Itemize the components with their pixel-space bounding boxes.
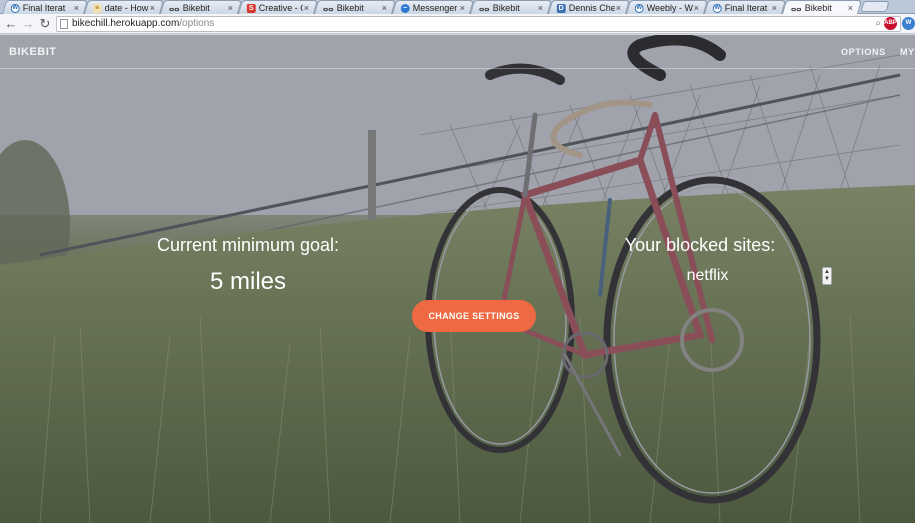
back-arrow-icon[interactable]: ← xyxy=(3,16,19,32)
close-tab-icon[interactable]: × xyxy=(227,1,232,15)
bike-icon: ⴰⴰ xyxy=(169,3,180,13)
reload-icon[interactable]: ↻ xyxy=(37,16,53,32)
wordpress-icon: W xyxy=(634,3,644,13)
tab-label: Weebly - W xyxy=(646,3,693,13)
close-tab-icon[interactable]: × xyxy=(615,1,620,15)
browser-tab[interactable]: ⴰⴰ Bikebit × xyxy=(469,0,553,15)
tab-label: Bikebit xyxy=(336,3,364,13)
wordpress-icon: W xyxy=(712,3,722,13)
browser-tab-strip: W Final Iterat × ≡ date - How × ⴰⴰ Bikebit … xyxy=(0,0,915,14)
bike-icon: ⴰⴰ xyxy=(791,3,802,13)
tab-label: Dennis Che xyxy=(568,3,615,13)
forward-arrow-icon[interactable]: → xyxy=(20,16,36,32)
close-tab-icon[interactable]: × xyxy=(73,1,78,15)
url-path: /options xyxy=(179,18,215,29)
messenger-icon: ~ xyxy=(400,3,410,13)
adblock-icon[interactable]: ABP xyxy=(884,17,897,30)
new-tab-button[interactable] xyxy=(860,1,890,12)
tab-label: Messenger xyxy=(412,3,458,13)
tab-label: Bikebit xyxy=(804,3,832,13)
browser-toolbar: ← → ↻ bikechill.herokuapp.com/options ⌕ … xyxy=(0,14,915,34)
goal-value: 5 miles xyxy=(209,268,287,295)
blocked-sites-label: Your blocked sites: xyxy=(624,235,776,255)
tab-label: Final Iterat xyxy=(22,3,66,13)
nav-my-link[interactable]: MY xyxy=(900,47,915,57)
zoom-icon[interactable]: ⌕ xyxy=(875,17,881,31)
close-tab-icon[interactable]: × xyxy=(381,1,386,15)
tab-label: Final Iterat xyxy=(724,3,768,13)
page-icon xyxy=(60,19,68,29)
close-tab-icon[interactable]: × xyxy=(771,1,776,15)
linkedin-icon: D xyxy=(556,3,566,13)
extension-icon[interactable]: W xyxy=(902,17,915,30)
browser-tab[interactable]: W Weebly - W × xyxy=(625,0,709,15)
close-tab-icon[interactable]: × xyxy=(537,1,542,15)
page-viewport: BIKEBIT OPTIONS MY Current minimum goal:… xyxy=(0,35,915,523)
browser-tab[interactable]: S Creative - C × xyxy=(237,0,319,15)
close-tab-icon[interactable]: × xyxy=(847,1,852,15)
tab-label: Bikebit xyxy=(492,3,520,13)
address-bar[interactable]: bikechill.herokuapp.com/options ⌕ ☆ xyxy=(56,16,901,32)
change-settings-button[interactable]: CHANGE SETTINGS xyxy=(412,300,536,332)
close-tab-icon[interactable]: × xyxy=(303,1,308,15)
browser-tab[interactable]: ⴰⴰ Bikebit × xyxy=(313,0,397,15)
bike-icon: ⴰⴰ xyxy=(479,3,490,13)
list-scroll-arrows-icon[interactable]: ▲ ▼ xyxy=(822,267,832,285)
close-tab-icon[interactable]: × xyxy=(459,1,464,15)
wordpress-icon: W xyxy=(10,3,20,13)
blocked-site-item[interactable]: netflix xyxy=(660,267,755,285)
browser-tab[interactable]: ~ Messenger × xyxy=(391,0,475,15)
close-tab-icon[interactable]: × xyxy=(149,1,154,15)
goal-label: Current minimum goal: xyxy=(156,235,340,255)
document-icon: ≡ xyxy=(92,3,102,13)
browser-tab[interactable]: W Final Iterat × xyxy=(1,0,89,15)
bike-icon: ⴰⴰ xyxy=(323,3,334,13)
nav-options-link[interactable]: OPTIONS xyxy=(841,47,886,57)
tab-label: Creative - C xyxy=(258,3,303,13)
s-logo-icon: S xyxy=(246,3,256,13)
tab-label: date - How xyxy=(104,3,149,13)
tab-label: Bikebit xyxy=(182,3,210,13)
site-header: BIKEBIT OPTIONS MY xyxy=(0,35,915,69)
browser-tab[interactable]: ⴰⴰ Bikebit × xyxy=(159,0,243,15)
close-tab-icon[interactable]: × xyxy=(693,1,698,15)
site-logo[interactable]: BIKEBIT xyxy=(9,46,57,58)
blocked-sites-list[interactable]: netflix ▲ ▼ xyxy=(660,267,832,287)
browser-tab[interactable]: ≡ date - How × xyxy=(83,0,165,15)
browser-tab[interactable]: W Final Iterat × xyxy=(703,0,787,15)
url-host: bikechill.herokuapp.com xyxy=(72,18,180,29)
browser-tab-active[interactable]: ⴰⴰ Bikebit × xyxy=(781,0,863,15)
browser-tab[interactable]: D Dennis Che × xyxy=(547,0,631,15)
